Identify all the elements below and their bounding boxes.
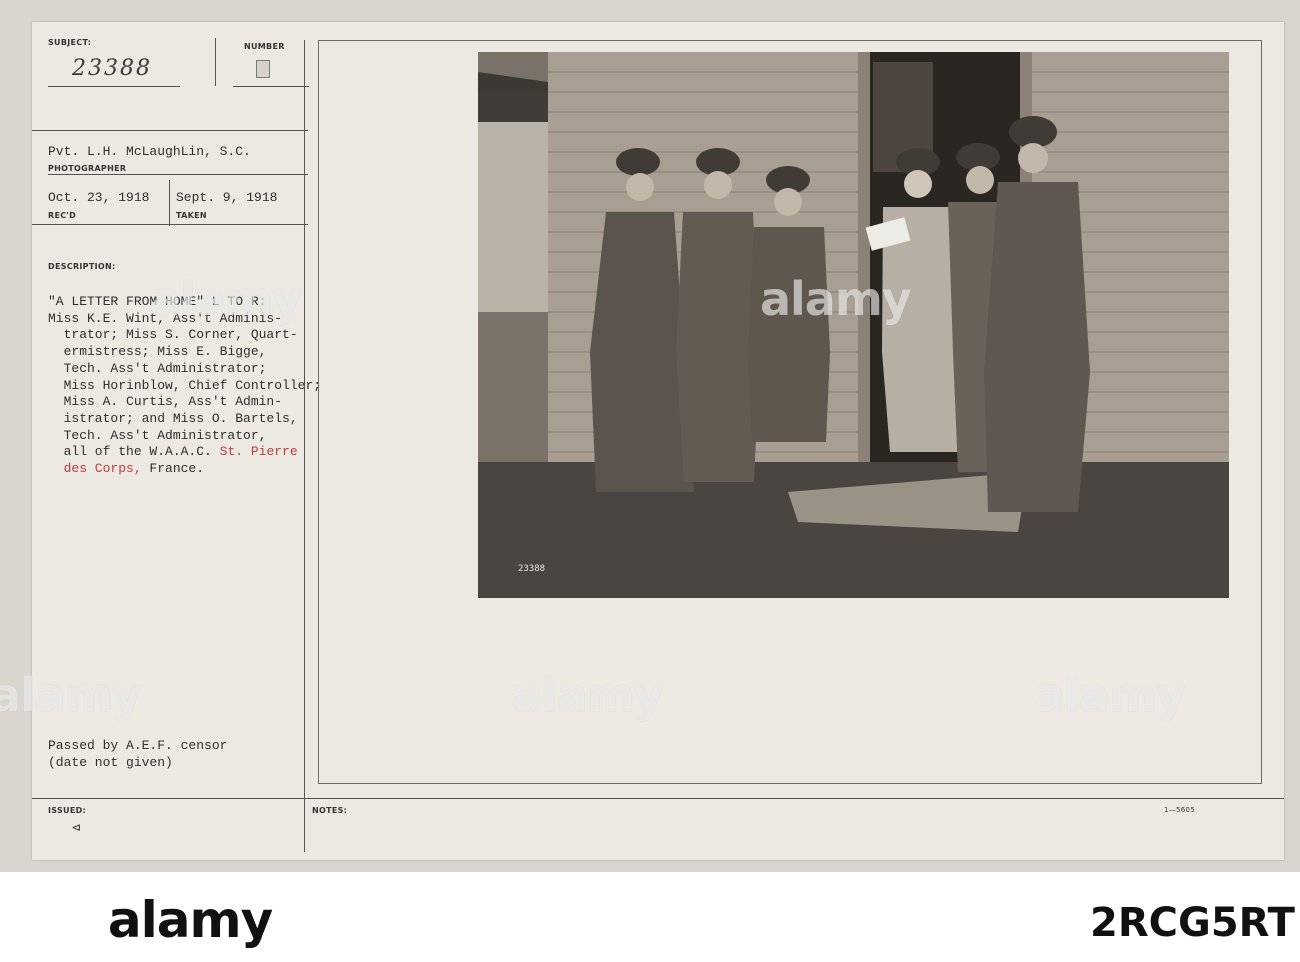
place-name-red: St. Pierre xyxy=(219,444,298,460)
issued-label: ISSUED: xyxy=(48,806,87,815)
subject-underline xyxy=(48,86,180,87)
rule-1 xyxy=(32,130,308,131)
description-line: all of the W.A.A.C. xyxy=(48,444,212,460)
bottom-rule xyxy=(32,798,1284,799)
form-number: 1—5605 xyxy=(1164,806,1196,814)
photographer-label: PHOTOGRAPHER xyxy=(48,164,127,173)
photo-negative-number: 23388 xyxy=(518,564,546,574)
received-label: REC'D xyxy=(48,211,77,220)
taken-date: Sept. 9, 1918 xyxy=(176,190,278,205)
taken-label: TAKEN xyxy=(176,211,207,220)
issued-mark: ⊲ xyxy=(72,821,81,837)
rule-3 xyxy=(32,224,308,225)
stock-image-id: 2RCG5RT xyxy=(1090,900,1295,946)
archival-photograph: 23388 xyxy=(478,52,1229,598)
place-country: France. xyxy=(141,461,205,477)
number-underline xyxy=(233,86,309,87)
left-column-divider xyxy=(304,40,305,852)
description-label: DESCRIPTION: xyxy=(48,262,116,271)
notes-label: NOTES: xyxy=(312,806,348,815)
subject-label: SUBJECT: xyxy=(48,38,92,47)
censor-line-2: (date not given) xyxy=(48,755,173,770)
rule-2 xyxy=(48,174,308,175)
subject-number: 23388 xyxy=(72,56,152,81)
number-stamp xyxy=(256,60,270,78)
alamy-logo: alamy xyxy=(107,891,273,949)
received-date: Oct. 23, 1918 xyxy=(48,190,150,205)
censor-line-1: Passed by A.E.F. censor xyxy=(48,738,228,753)
place-name-red-2: des Corps, xyxy=(48,461,142,477)
date-divider xyxy=(169,180,170,226)
photographer-name: Pvt. L.H. McLaughLin, S.C. xyxy=(48,144,251,159)
header-divider xyxy=(215,38,216,86)
number-label: NUMBER xyxy=(244,42,285,51)
